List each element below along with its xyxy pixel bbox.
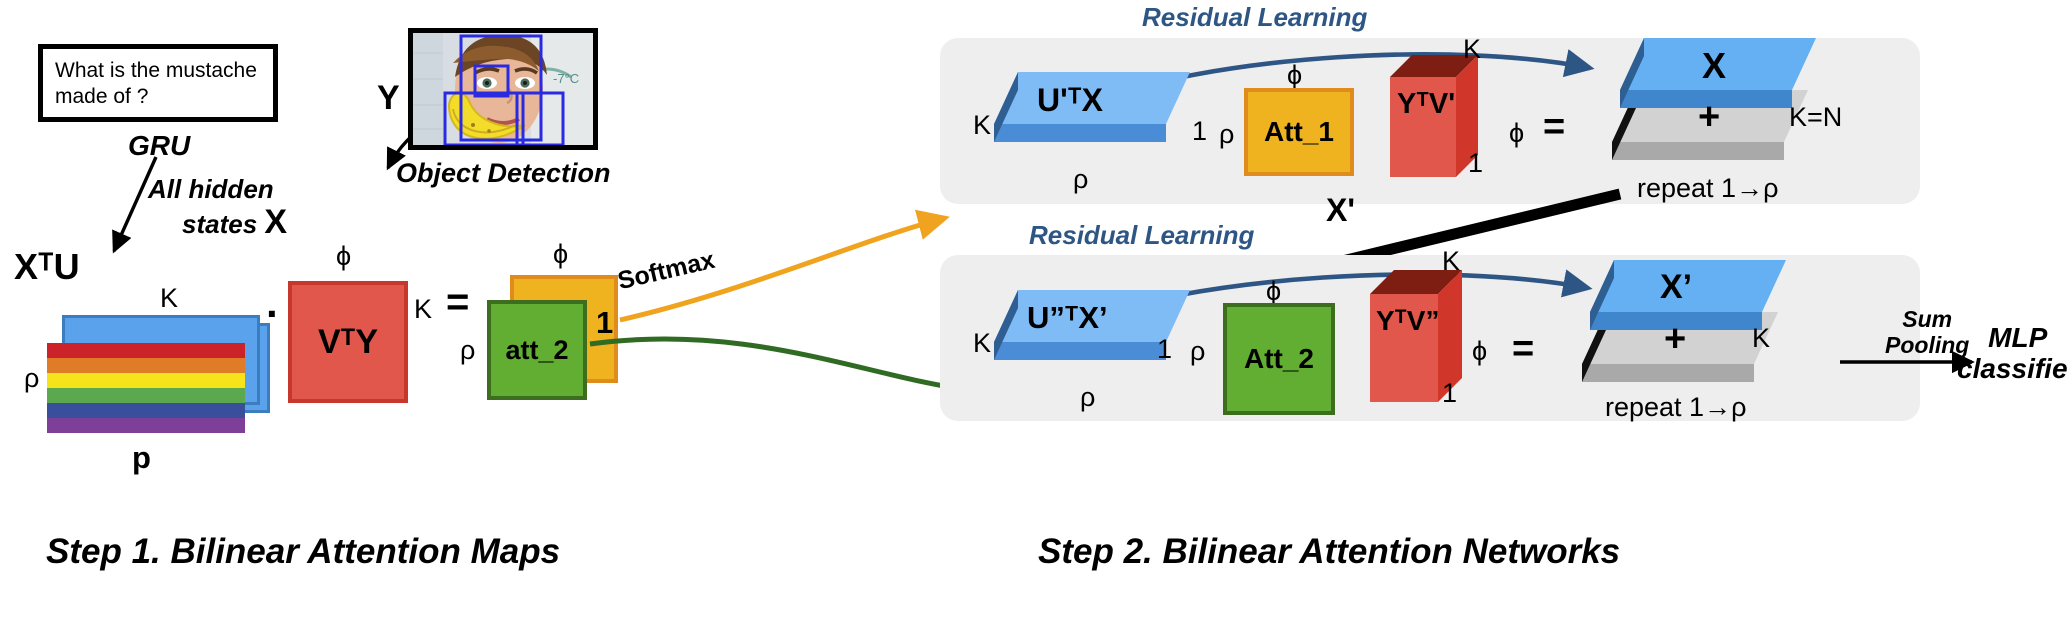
- att2-left-dim-bottom: ρ: [1190, 336, 1206, 366]
- output-right-dim-top: K=N: [1789, 102, 1843, 132]
- rainbow-band-2: [47, 373, 245, 388]
- utx-left-dim-bottom: K: [973, 328, 992, 358]
- residual-learning-label-bottom: Residual Learning: [1029, 220, 1255, 250]
- vty-top-dim: ϕ: [336, 241, 352, 271]
- detection-image: -7°C: [408, 28, 598, 150]
- ytv-bottom-dim-top: 1: [1468, 148, 1484, 178]
- vty-right-dim: K: [414, 294, 433, 324]
- equals-top: =: [1543, 106, 1566, 148]
- plus-bottom: +: [1664, 318, 1687, 360]
- xtu-label: XᵀU: [14, 246, 80, 287]
- att2-block-label: Att_2: [1243, 343, 1314, 374]
- output-label-bottom: X’: [1660, 268, 1693, 306]
- att2-box: att_2: [487, 300, 587, 400]
- detection-image-svg: -7°C: [413, 33, 593, 145]
- repeat-label-bottom: repeat 1→ρ: [1605, 392, 1747, 422]
- ytv-label-top: YᵀV': [1397, 88, 1456, 120]
- mlp-classifier-label: MLP classifier: [1957, 322, 2067, 385]
- output-label-top: X: [1702, 45, 1727, 86]
- object-detection-label: Object Detection: [396, 158, 611, 188]
- equals-bottom: =: [1512, 328, 1535, 370]
- question-box: What is the mustache made of ?: [38, 44, 278, 122]
- utx-bottom-dim-bottom: ρ: [1080, 382, 1096, 412]
- utx-label-bottom: U”ᵀX’: [1027, 300, 1108, 335]
- rainbow-band-4: [47, 403, 245, 418]
- mlp-line1: MLP: [1988, 322, 2048, 353]
- ytv-right-dim-bottom: ϕ: [1472, 336, 1488, 366]
- hidden-states-label: All hidden states X: [148, 174, 288, 241]
- ytv-right-dim-top: ϕ: [1509, 118, 1525, 148]
- ytv-label-bottom: YᵀV”: [1376, 305, 1440, 336]
- utx-label-top: U'ᵀX: [1037, 82, 1103, 118]
- question-text: What is the mustache made of ?: [55, 59, 257, 109]
- x-prime-label: X': [1326, 192, 1355, 228]
- ytv-bottom-dim-bottom: 1: [1442, 378, 1458, 408]
- svg-text:-7°C: -7°C: [553, 71, 579, 86]
- rainbow-attention-map: [47, 343, 245, 433]
- vty-label-2: VᵀY: [317, 322, 379, 361]
- att2-left-dim: ρ: [460, 335, 476, 365]
- rainbow-band-5: [47, 418, 245, 433]
- rainbow-band-1: [47, 358, 245, 373]
- ytv-top-dim-bottom: K: [1442, 246, 1461, 276]
- stack-left-dim: ρ: [24, 363, 40, 393]
- att1-block: Att_1: [1244, 88, 1354, 176]
- att1-left-dim-top: ρ: [1219, 119, 1235, 149]
- att1-top-dim-top: ϕ: [1287, 60, 1303, 90]
- dot-operator: ·: [266, 290, 280, 337]
- att1-block-label: Att_1: [1263, 116, 1334, 147]
- repeat-label-top: repeat 1→ρ: [1637, 173, 1779, 203]
- att1-top-dim: ϕ: [553, 239, 569, 269]
- ytv-slab-bottom: [1370, 270, 1485, 410]
- hidden-states-text-2: states: [182, 208, 258, 239]
- ytv-top-dim-top: K: [1463, 34, 1482, 64]
- step2-caption: Step 2. Bilinear Attention Networks: [1038, 532, 1621, 571]
- att2-block: Att_2: [1223, 303, 1335, 415]
- hidden-states-text: All hidden: [148, 174, 274, 204]
- att2-label: att_2: [505, 334, 569, 365]
- residual-learning-label-top: Residual Learning: [1142, 2, 1368, 32]
- stack-bottom-dim: p: [132, 440, 151, 475]
- utx-right-dim-top: 1: [1192, 116, 1208, 146]
- output-right-dim-bottom: K: [1752, 323, 1771, 353]
- vty-block-text: VᵀY: [288, 281, 408, 403]
- rainbow-band-3: [47, 388, 245, 403]
- att2-top-dim-bottom: ϕ: [1266, 276, 1282, 306]
- hidden-states-symbol: X: [264, 202, 288, 241]
- equals-operator-step1: =: [446, 280, 470, 324]
- plus-top: +: [1698, 96, 1721, 138]
- utx-right-dim-bottom: 1: [1157, 334, 1173, 364]
- mlp-line2: classifier: [1957, 353, 2067, 385]
- utx-left-dim-top: K: [973, 110, 992, 140]
- stack-top-dim: K: [160, 283, 179, 313]
- sum-pooling-line1: Sum: [1902, 306, 1953, 332]
- rainbow-band-0: [47, 343, 245, 358]
- step1-caption: Step 1. Bilinear Attention Maps: [46, 532, 561, 571]
